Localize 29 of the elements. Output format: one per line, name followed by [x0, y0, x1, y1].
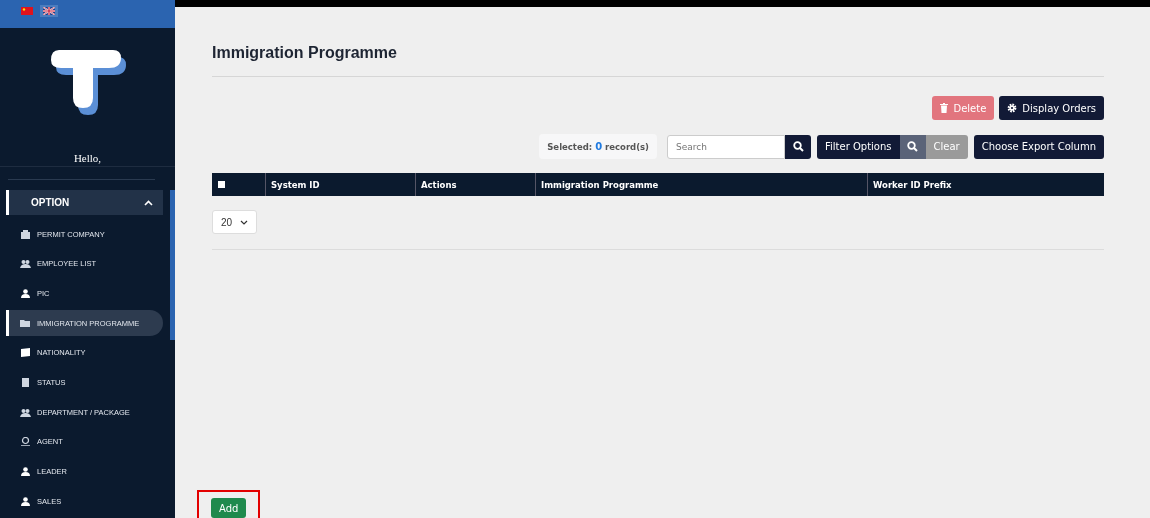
greeting-text: Hello, [73, 152, 102, 165]
search-button[interactable] [785, 134, 811, 159]
column-header: Worker ID Prefix [872, 178, 953, 192]
search-field[interactable]: Search [667, 134, 785, 159]
selected-count-text: Selected: 0 record(s) [539, 134, 657, 159]
search-icon [907, 141, 919, 152]
settings-icon [1007, 103, 1018, 113]
language-button[interactable] [40, 5, 58, 17]
trash-icon [940, 103, 949, 113]
display-orders-button[interactable]: Display Orders [999, 96, 1104, 120]
page-title: Immigration Programme [212, 44, 398, 62]
chevron-down-icon [240, 219, 249, 225]
export-column-button[interactable]: Choose Export Column [973, 134, 1104, 159]
folder-icon [20, 318, 31, 328]
filter-search-button[interactable] [899, 134, 926, 159]
chevron-icon [144, 199, 153, 206]
filter-options-button[interactable]: Filter Options [817, 134, 900, 159]
add-button[interactable]: Add [211, 498, 247, 518]
building-icon [20, 229, 31, 239]
select-all-checkbox[interactable] [218, 181, 225, 188]
users-icon [20, 407, 31, 417]
document-icon [20, 378, 31, 388]
option-section-header[interactable]: OPTION [6, 190, 163, 216]
column-header: Immigration Programme [536, 173, 868, 196]
column-header: System ID [266, 173, 416, 196]
search-icon [792, 141, 804, 152]
column-header: Actions [416, 173, 536, 196]
users-icon [20, 259, 31, 269]
page-size-dropdown[interactable]: 20 [212, 210, 258, 234]
